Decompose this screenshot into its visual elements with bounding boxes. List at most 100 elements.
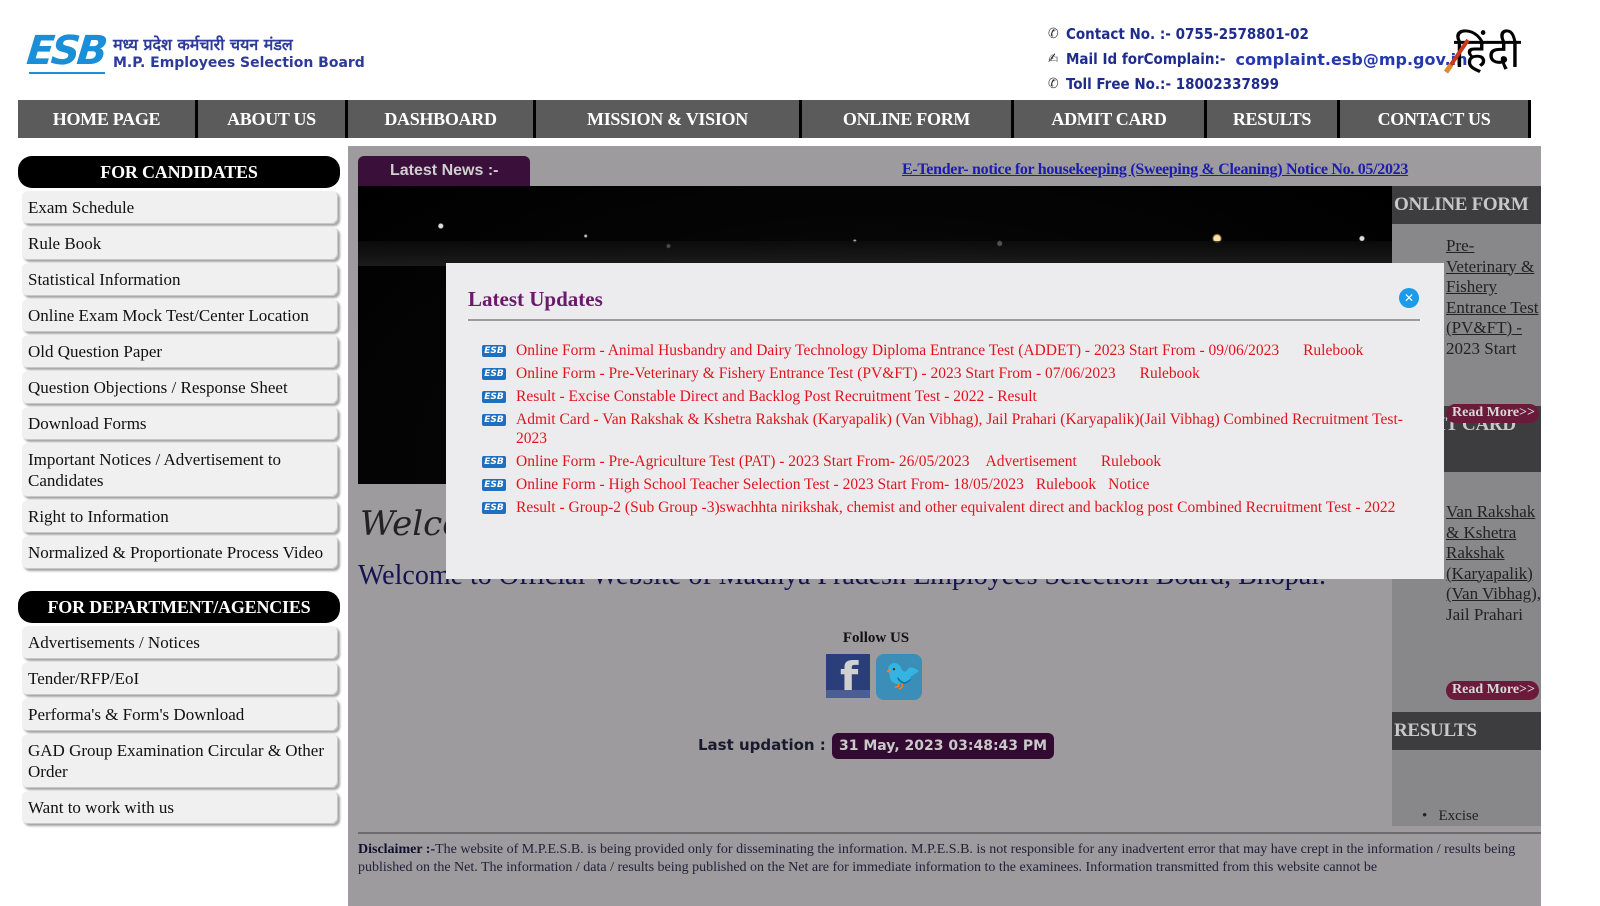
esb-bullet-icon: ESB — [482, 455, 506, 468]
update-link[interactable]: Result - Excise Constable Direct and Bac… — [516, 388, 1037, 407]
sidebar-item-right-to-information[interactable]: Right to Information — [22, 500, 338, 533]
nav-online-form[interactable]: ONLINE FORM — [802, 100, 1014, 138]
logo-hindi-name: मध्य प्रदेश कर्मचारी चयन मंडल — [113, 35, 293, 54]
candidates-heading: FOR CANDIDATES — [18, 156, 340, 188]
sidebar-item-normalized-process-video[interactable]: Normalized & Proportionate Process Video — [22, 536, 338, 569]
disclaimer-label: Disclaimer :- — [358, 842, 436, 857]
hindi-language-toggle[interactable]: हिंदी — [1442, 26, 1534, 80]
esb-logo-mark: ESB — [24, 28, 108, 78]
news-ticker-link[interactable]: E-Tender- notice for housekeeping (Sweep… — [902, 161, 1408, 179]
contact-number: Contact No. :- 0755-2578801-02 — [1066, 25, 1309, 43]
departments-heading: FOR DEPARTMENT/AGENCIES — [18, 591, 340, 623]
disclaimer-divider — [358, 832, 1541, 834]
esb-bullet-icon: ESB — [482, 478, 506, 491]
latest-updates-modal: Latest Updates ✕ ESB Online Form - Anima… — [446, 263, 1444, 579]
sidebar-item-old-question-paper[interactable]: Old Question Paper — [22, 335, 338, 368]
mail-hand-icon: ✍ — [1048, 51, 1059, 67]
updates-list: ESB Online Form - Animal Husbandry and D… — [482, 342, 1412, 522]
paintbrush-icon — [1443, 38, 1470, 74]
update-advertisement-link[interactable]: Advertisement — [986, 453, 1077, 470]
sidebar: FOR CANDIDATES Exam Schedule Rule Book S… — [18, 156, 340, 824]
update-rulebook-link[interactable]: Rulebook — [1303, 342, 1363, 359]
nav-dashboard[interactable]: DASHBOARD — [348, 100, 536, 138]
results-item-text: Excise — [1438, 808, 1479, 824]
nav-results[interactable]: RESULTS — [1207, 100, 1340, 138]
logo-english-name: M.P. Employees Selection Board — [113, 55, 365, 71]
phone-icon: ✆ — [1048, 76, 1059, 92]
logo-underline — [29, 72, 105, 77]
toll-free-number: Toll Free No.:- 18002337899 — [1066, 75, 1280, 93]
online-form-heading: ONLINE FORM — [1392, 186, 1541, 224]
online-form-read-more[interactable]: Read More>> — [1446, 404, 1539, 423]
nav-about-us[interactable]: ABOUT US — [198, 100, 348, 138]
update-rulebook-link[interactable]: Rulebook — [1101, 453, 1161, 470]
nav-admit-card[interactable]: ADMIT CARD — [1014, 100, 1207, 138]
update-link[interactable]: Online Form - Pre-Agriculture Test (PAT)… — [516, 453, 970, 470]
close-icon[interactable]: ✕ — [1399, 288, 1419, 308]
sidebar-item-rule-book[interactable]: Rule Book — [22, 227, 338, 260]
sidebar-item-advertisements[interactable]: Advertisements / Notices — [22, 626, 338, 659]
nav-home-page[interactable]: HOME PAGE — [18, 100, 198, 138]
update-item: ESB Online Form - High School Teacher Se… — [482, 476, 1412, 495]
update-item: ESB Online Form - Pre-Veterinary & Fishe… — [482, 365, 1412, 384]
online-form-marquee[interactable]: Pre-Veterinary & Fishery Entrance Test (… — [1446, 224, 1541, 354]
logo-mark-text: ESB — [24, 28, 108, 74]
update-item: ESB Result - Excise Constable Direct and… — [482, 388, 1412, 407]
update-link[interactable]: Result - Group-2 (Sub Group -3)swachhta … — [516, 499, 1395, 518]
follow-us-label: Follow US — [842, 630, 910, 646]
sidebar-item-mock-test[interactable]: Online Exam Mock Test/Center Location — [22, 299, 338, 332]
update-item: ESB Result - Group-2 (Sub Group -3)swach… — [482, 499, 1412, 518]
twitter-icon[interactable]: 🐦 — [876, 654, 922, 700]
sidebar-item-tender[interactable]: Tender/RFP/EoI — [22, 662, 338, 695]
sidebar-item-gad-circular[interactable]: GAD Group Examination Circular & Other O… — [22, 734, 338, 788]
disclaimer: Disclaimer :-The website of M.P.E.S.B. i… — [358, 841, 1533, 877]
complaint-email-link[interactable]: complaint.esb@mp.gov.in — [1236, 47, 1468, 72]
sidebar-item-performa-download[interactable]: Performa's & Form's Download — [22, 698, 338, 731]
contact-tollfree-row: ✆ Toll Free No.:- 18002337899 — [1048, 72, 1468, 97]
update-item: ESB Online Form - Animal Husbandry and D… — [482, 342, 1412, 361]
modal-title: Latest Updates — [468, 287, 603, 311]
modal-divider — [468, 319, 1420, 321]
contact-phone-row: ✆ Contact No. :- 0755-2578801-02 — [1048, 22, 1468, 47]
sidebar-item-exam-schedule[interactable]: Exam Schedule — [22, 191, 338, 224]
esb-bullet-icon: ESB — [482, 391, 506, 403]
esb-bullet-icon: ESB — [482, 345, 506, 357]
admit-card-marquee[interactable]: Van Rakshak & Kshetra Rakshak (Karyapali… — [1446, 502, 1541, 620]
sidebar-item-statistical-information[interactable]: Statistical Information — [22, 263, 338, 296]
sidebar-item-work-with-us[interactable]: Want to work with us — [22, 791, 338, 824]
site-header: ESB मध्य प्रदेश कर्मचारी चयन मंडल M.P. E… — [0, 0, 1600, 100]
update-link[interactable]: Online Form - Animal Husbandry and Dairy… — [516, 342, 1279, 359]
results-marquee-item[interactable]: • Excise — [1422, 808, 1479, 825]
facebook-icon[interactable]: f — [826, 654, 870, 702]
update-notice-link[interactable]: Notice — [1108, 476, 1149, 493]
disclaimer-text: The website of M.P.E.S.B. is being provi… — [358, 842, 1516, 875]
last-updation-value: 31 May, 2023 03:48:43 PM — [832, 733, 1055, 759]
sidebar-item-question-objections[interactable]: Question Objections / Response Sheet — [22, 371, 338, 404]
social-links: f 🐦 — [826, 654, 922, 702]
update-item: ESB Online Form - Pre-Agriculture Test (… — [482, 453, 1412, 472]
update-link[interactable]: Online Form - High School Teacher Select… — [516, 476, 1024, 493]
admit-card-read-more[interactable]: Read More>> — [1446, 681, 1539, 700]
last-updation-label: Last updation : — [698, 736, 826, 754]
sidebar-item-download-forms[interactable]: Download Forms — [22, 407, 338, 440]
esb-logo[interactable]: ESB मध्य प्रदेश कर्मचारी चयन मंडल M.P. E… — [24, 28, 365, 78]
nav-contact-us[interactable]: CONTACT US — [1340, 100, 1528, 138]
contact-mail-row: ✍ Mail Id forComplain:- complaint.esb@mp… — [1048, 47, 1468, 72]
main-nav: HOME PAGE ABOUT US DASHBOARD MISSION & V… — [18, 100, 1531, 138]
update-rulebook-link[interactable]: Rulebook — [1140, 365, 1200, 382]
nav-mission-vision[interactable]: MISSION & VISION — [536, 100, 802, 138]
logo-text: मध्य प्रदेश कर्मचारी चयन मंडल M.P. Emplo… — [113, 36, 365, 72]
phone-icon: ✆ — [1048, 26, 1059, 42]
latest-news-label: Latest News :- — [358, 156, 530, 186]
update-rulebook-link[interactable]: Rulebook — [1036, 476, 1096, 493]
sidebar-item-important-notices[interactable]: Important Notices / Advertisement to Can… — [22, 443, 338, 497]
update-link[interactable]: Online Form - Pre-Veterinary & Fishery E… — [516, 365, 1116, 382]
update-link[interactable]: Admit Card - Van Rakshak & Kshetra Raksh… — [516, 411, 1412, 448]
mail-label: Mail Id forComplain:- — [1066, 50, 1226, 68]
esb-bullet-icon: ESB — [482, 368, 506, 380]
esb-bullet-icon: ESB — [482, 501, 506, 514]
update-item: ESB Admit Card - Van Rakshak & Kshetra R… — [482, 411, 1412, 448]
esb-bullet-icon: ESB — [482, 414, 506, 426]
contact-info: ✆ Contact No. :- 0755-2578801-02 ✍ Mail … — [1048, 22, 1468, 97]
results-heading: RESULTS — [1392, 712, 1541, 750]
